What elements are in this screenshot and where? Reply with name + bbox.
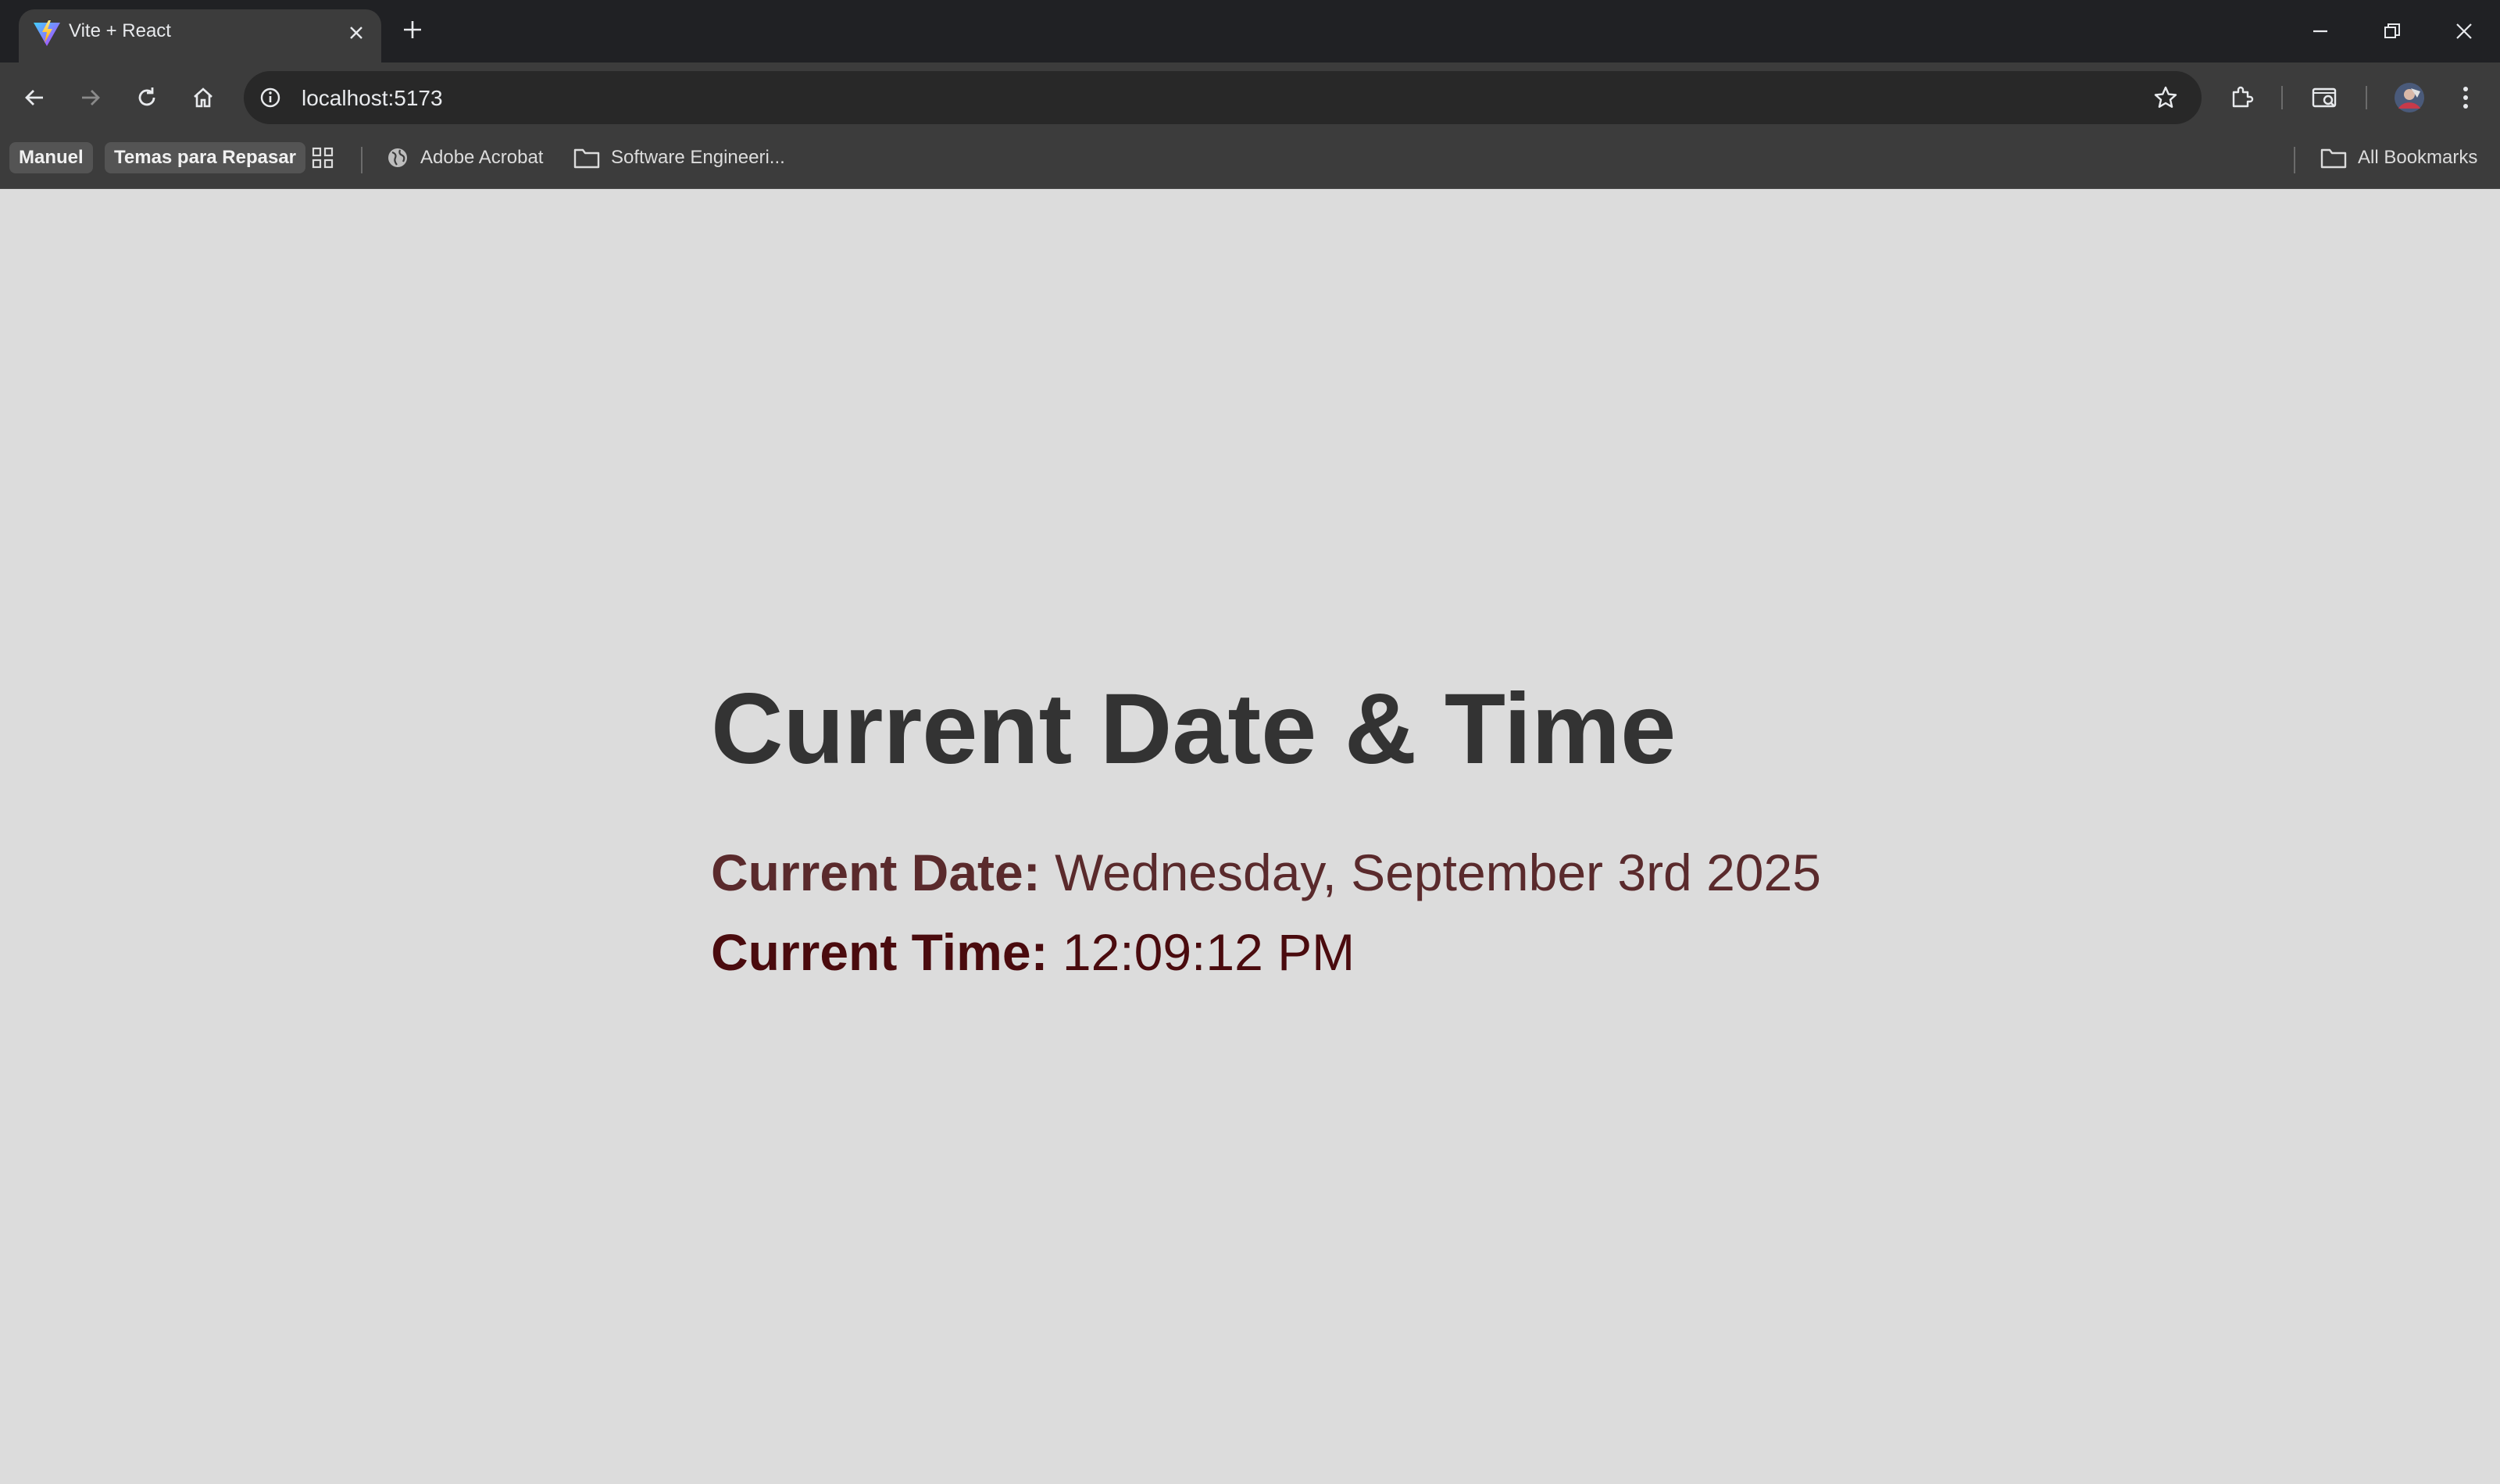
extensions-icon[interactable]: [2223, 79, 2261, 116]
more-menu-icon[interactable]: [2447, 79, 2484, 116]
address-bar[interactable]: localhost:5173: [244, 71, 2202, 124]
close-tab-icon[interactable]: [342, 19, 370, 47]
browser-tab-active[interactable]: Vite + React: [19, 9, 381, 62]
bookmarks-bar: Manuel Temas para Repasar Adobe Acrobat …: [0, 133, 2500, 189]
bookmark-software-engineering-folder[interactable]: Software Engineeri...: [573, 142, 785, 173]
browser-toolbar: localhost:5173: [0, 62, 2500, 133]
restore-icon[interactable]: [2372, 11, 2412, 52]
folder-icon: [2320, 148, 2347, 169]
vite-logo-icon: [31, 17, 62, 48]
bookmark-manuel[interactable]: Manuel: [9, 142, 93, 173]
url-text[interactable]: localhost:5173: [302, 86, 443, 111]
globe-icon: [388, 148, 407, 167]
bookmark-star-icon[interactable]: [2148, 80, 2183, 115]
new-tab-icon[interactable]: [397, 14, 428, 45]
folder-icon: [573, 148, 600, 169]
reload-icon[interactable]: [128, 79, 166, 116]
page-title: Current Date & Time: [711, 673, 1677, 785]
all-bookmarks-label: All Bookmarks: [2358, 147, 2478, 168]
tab-strip: Vite + React: [0, 0, 2500, 62]
current-time-value: 12:09:12 PM: [1062, 923, 1355, 981]
search-tabs-icon[interactable]: [2306, 79, 2344, 116]
page-content: Current Date & Time Current Date: Wednes…: [0, 189, 2500, 1484]
current-date-line: Current Date: Wednesday, September 3rd 2…: [711, 847, 1821, 898]
bookmark-label: Software Engineeri...: [611, 147, 785, 168]
current-date-label: Current Date:: [711, 844, 1041, 901]
minimize-icon[interactable]: [2300, 11, 2341, 52]
bookmark-divider: [2294, 147, 2295, 173]
all-bookmarks-folder[interactable]: All Bookmarks: [2320, 142, 2477, 173]
current-date-value: Wednesday, September 3rd 2025: [1055, 844, 1821, 901]
tab-title: Vite + React: [69, 20, 171, 41]
bookmark-divider: [361, 147, 362, 173]
home-icon[interactable]: [184, 79, 222, 116]
bookmark-adobe-acrobat[interactable]: Adobe Acrobat: [386, 142, 543, 173]
profile-avatar-icon[interactable]: [2391, 79, 2428, 116]
apps-grid-icon[interactable]: [311, 142, 345, 173]
current-time-label: Current Time:: [711, 923, 1048, 981]
toolbar-divider: [2281, 86, 2283, 109]
bookmark-label: Adobe Acrobat: [420, 147, 544, 168]
back-arrow-icon[interactable]: [16, 79, 53, 116]
close-window-icon[interactable]: [2444, 11, 2484, 52]
current-time-line: Current Time: 12:09:12 PM: [711, 926, 1355, 978]
toolbar-divider: [2366, 86, 2367, 109]
forward-arrow-icon[interactable]: [72, 79, 109, 116]
bookmark-temas-para-repasar[interactable]: Temas para Repasar: [105, 142, 306, 173]
site-info-icon[interactable]: [255, 82, 286, 113]
